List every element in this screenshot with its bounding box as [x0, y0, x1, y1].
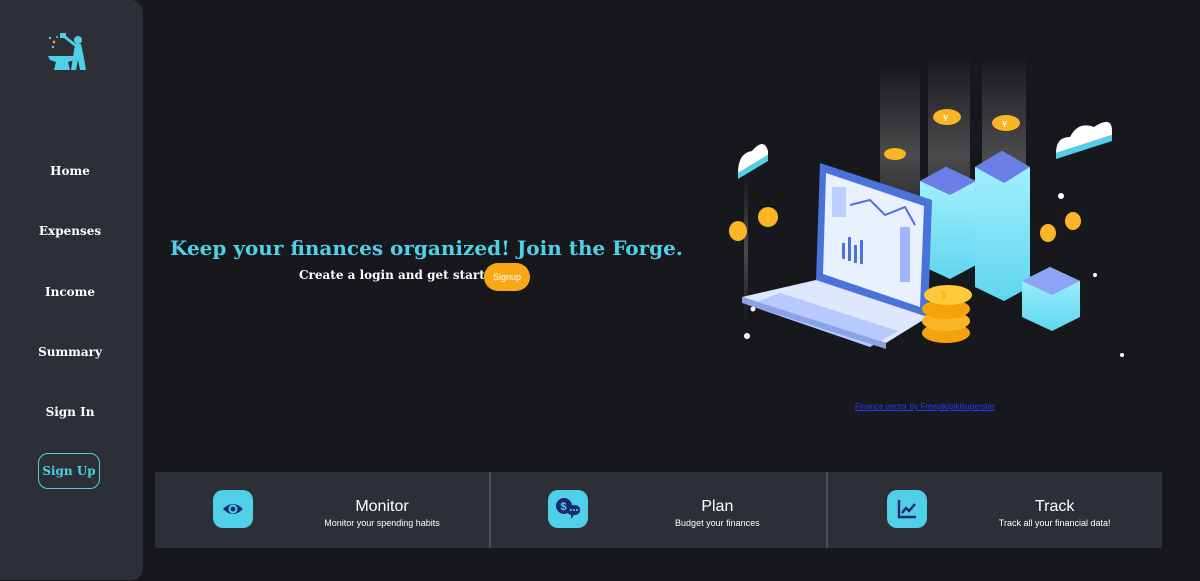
feature-plan: $ Plan Budget your finances — [489, 472, 825, 548]
nav-home[interactable]: Home — [0, 164, 140, 178]
line-chart-icon — [886, 490, 927, 528]
nav-sign-up-button[interactable]: Sign Up — [38, 453, 100, 489]
hero-headline: Keep your finances organized! Join the F… — [170, 236, 683, 260]
nav-income[interactable]: Income — [0, 285, 140, 299]
svg-text:¥: ¥ — [942, 114, 949, 123]
nav-expenses[interactable]: Expenses — [0, 224, 140, 238]
features-bar: Monitor Monitor your spending habits $ P… — [155, 472, 1162, 548]
svg-text:¥: ¥ — [940, 291, 948, 302]
svg-text:¥: ¥ — [1001, 120, 1008, 129]
feature-description: Budget your finances — [675, 518, 760, 528]
nav-summary[interactable]: Summary — [0, 345, 140, 359]
svg-text:$: $ — [561, 501, 567, 513]
sidebar: Home Expenses Income Summary Sign In Sig… — [0, 0, 143, 580]
feature-title: Plan — [701, 498, 734, 515]
hero-subline: Create a login and get started! — [299, 268, 507, 282]
image-credit-link[interactable]: Finance vector by Freepik/pikisuperstar — [855, 402, 995, 411]
hero-illustration: ¥ ¥ ¥ — [720, 55, 1130, 385]
nav-sign-in[interactable]: Sign In — [0, 405, 140, 419]
blacksmith-anvil-icon[interactable] — [44, 30, 90, 74]
eye-icon — [213, 490, 253, 528]
feature-description: Monitor your spending habits — [324, 518, 440, 528]
feature-description: Track all your financial data! — [998, 518, 1111, 528]
hero-signup-button[interactable]: Signup — [484, 263, 530, 291]
feature-monitor: Monitor Monitor your spending habits — [155, 472, 489, 548]
feature-title: Monitor — [355, 498, 409, 515]
feature-title: Track — [1034, 498, 1075, 515]
feature-track: Track Track all your financial data! — [825, 472, 1162, 548]
money-chat-icon: $ — [548, 490, 589, 528]
